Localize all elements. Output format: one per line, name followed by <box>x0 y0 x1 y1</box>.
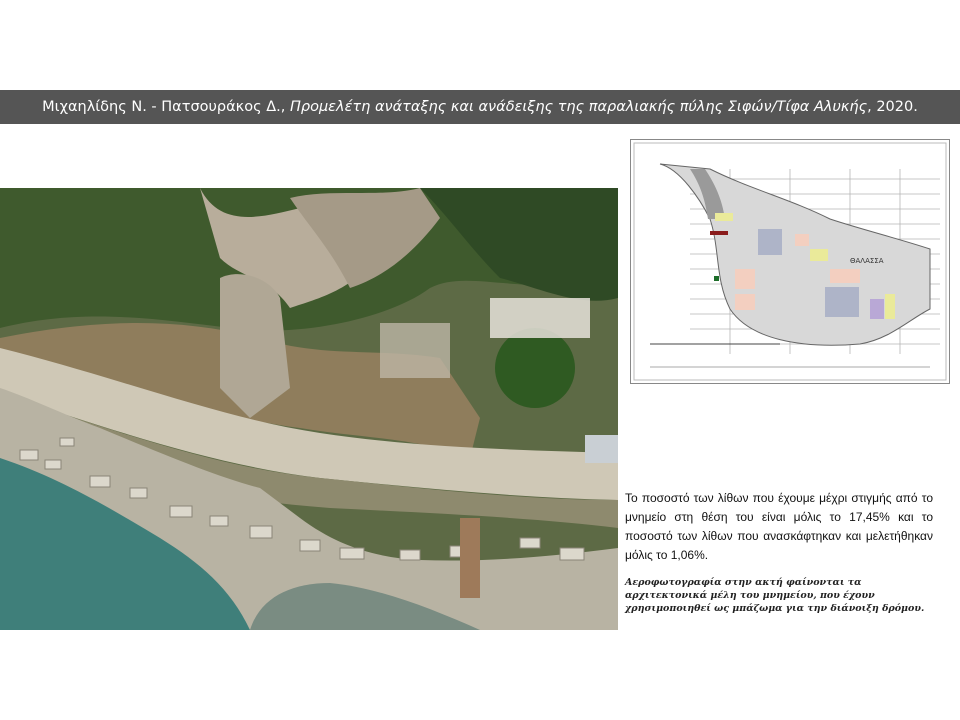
site-plan-drawing: ΘΑΛΑΣΣΑ <box>630 139 950 384</box>
title-work: Προμελέτη ανάταξης και ανάδειξης της παρ… <box>289 99 868 115</box>
statistics-text: Το ποσοστό των λίθων που έχουμε μέχρι στ… <box>625 491 933 562</box>
title-authors: Μιχαηλίδης Ν. - Πατσουράκος Δ., <box>42 99 286 115</box>
title-year: , 2020. <box>867 99 918 115</box>
plan-sea-label: ΘΑΛΑΣΣΑ <box>850 257 884 265</box>
photo-caption: Αεροφωτογραφία στην ακτή φαίνονται τα αρ… <box>625 577 925 614</box>
page-title: Μιχαηλίδης Ν. - Πατσουράκος Δ., Προμελέτ… <box>0 90 960 124</box>
aerial-photo <box>0 188 618 630</box>
